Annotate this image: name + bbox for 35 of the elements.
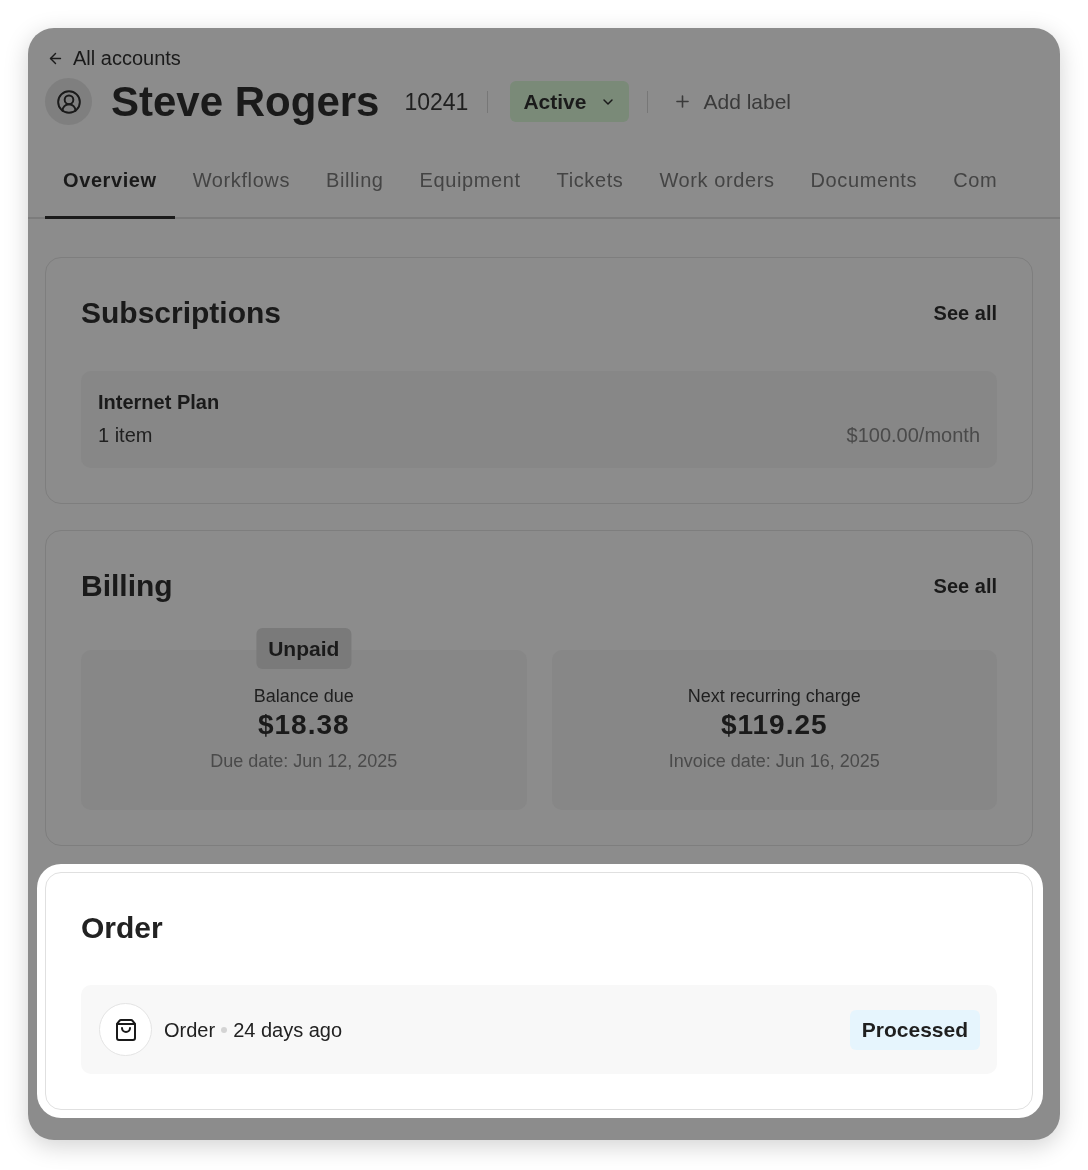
tab[interactable]: Tickets [538,143,642,219]
tab[interactable]: Equipment [401,143,539,219]
section-title: Order [81,910,163,946]
tab[interactable]: Documents [792,143,936,219]
account-number: 10241 [404,87,469,117]
tab[interactable]: Com [935,143,1016,219]
tile-label: Next recurring charge [687,685,861,708]
tab[interactable]: Work orders [641,143,793,219]
account-name: Steve Rogers [111,77,380,126]
order-label: Order [164,1017,216,1043]
order-item[interactable]: Order 24 days ago Processed [81,985,997,1074]
tile-amount: $18.38 [257,708,350,742]
plan-price: $100.00/month [846,423,980,448]
tab[interactable]: Overview [45,143,175,219]
see-all-link[interactable]: See all [933,300,997,326]
section-title: Subscriptions [81,295,282,331]
status-badge: Unpaid [256,628,352,669]
shopping-bag-icon [99,1003,152,1056]
tab[interactable]: Billing [308,143,402,219]
tab[interactable]: Workflows [174,143,308,219]
tile-amount: $119.25 [720,708,828,742]
tile-date: Invoice date: Jun 16, 2025 [668,750,880,773]
add-label-button[interactable]: Add label [673,83,792,120]
back-link[interactable]: All accounts [45,44,181,72]
order-age: 24 days ago [233,1017,343,1043]
status-dropdown[interactable]: Active [510,81,630,122]
subscription-item[interactable]: Internet Plan 1 item $100.00/month [81,371,997,468]
status-badge: Processed [849,1009,980,1050]
see-all-link[interactable]: See all [933,573,997,599]
user-avatar-icon [45,78,92,125]
item-count: 1 item [98,423,153,448]
plan-name: Internet Plan [98,390,220,415]
tile-label: Balance due [253,685,354,708]
tile-date: Due date: Jun 12, 2025 [210,750,398,773]
section-title: Billing [81,568,173,604]
